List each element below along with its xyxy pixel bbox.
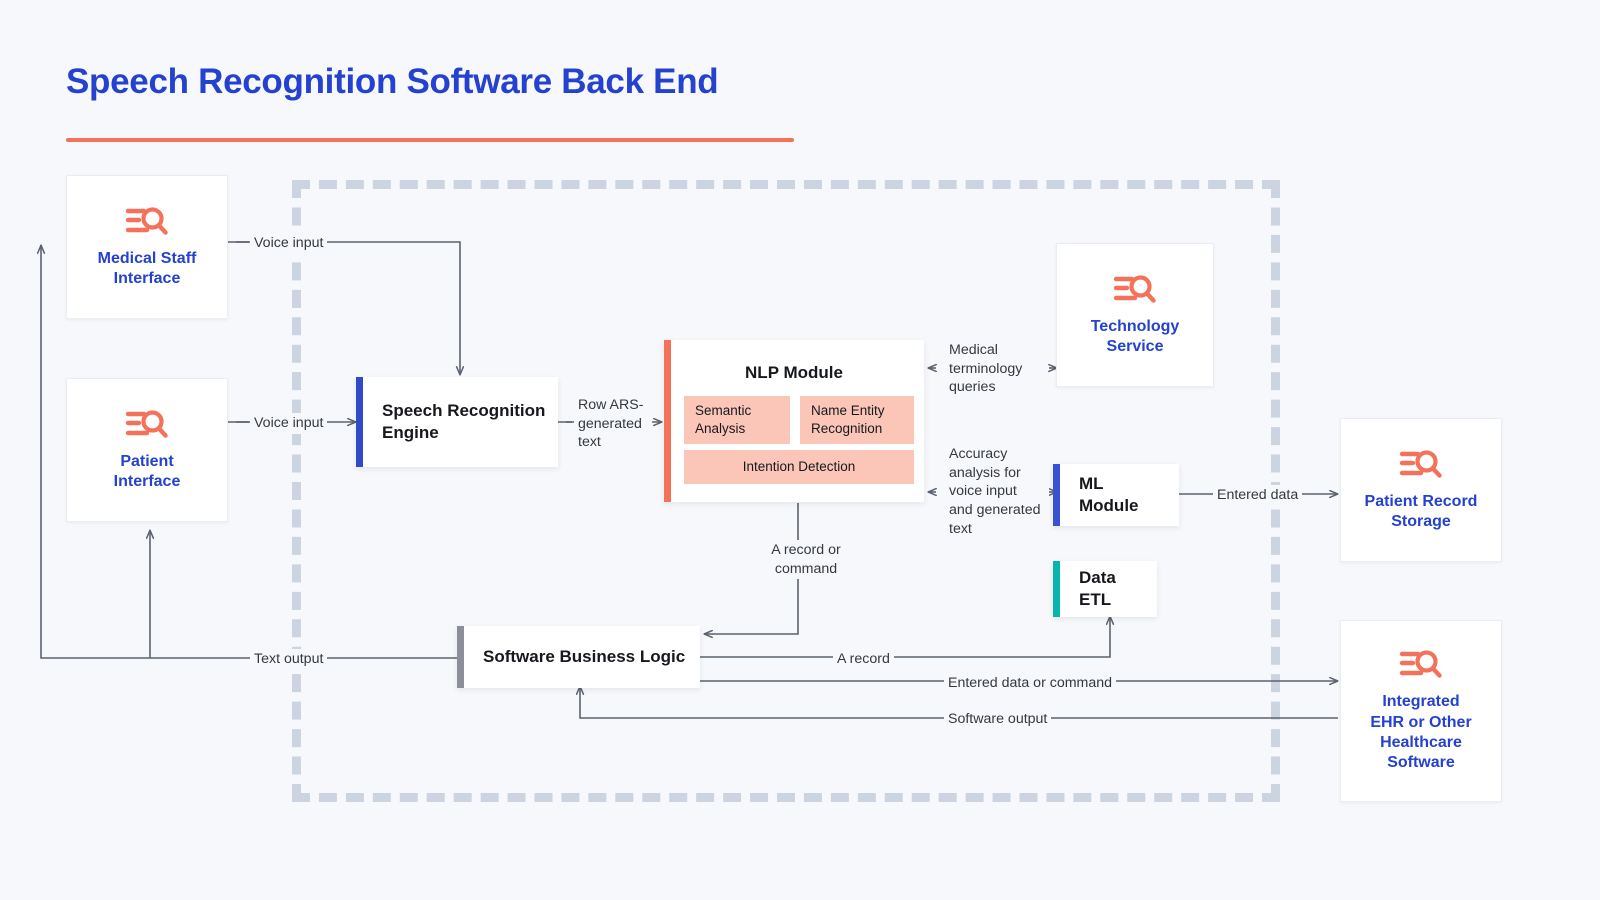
submodule-label: Intention Detection [742, 459, 856, 475]
nlp-submodule-intention-detection[interactable]: Intention Detection [684, 450, 914, 484]
accent-stripe [1053, 561, 1060, 617]
edge-label-medical-terminology-queries: Medical terminology queries [945, 340, 1039, 399]
accent-stripe [1053, 464, 1060, 526]
node-patient-record-storage[interactable]: Patient Record Storage [1340, 418, 1502, 562]
node-patient-interface[interactable]: Patient Interface [66, 378, 228, 522]
submodule-label: Name Entity Recognition [811, 403, 885, 436]
submodule-label: Semantic Analysis [695, 403, 752, 436]
node-label: Technology Service [1090, 317, 1180, 355]
node-speech-recognition-engine[interactable]: Speech Recognition Engine [356, 377, 558, 467]
list-search-icon [1113, 273, 1157, 307]
edge-label-text-output: Text output [250, 649, 328, 670]
nlp-submodule-name-entity-recognition[interactable]: Name Entity Recognition [800, 396, 914, 444]
node-medical-staff-interface[interactable]: Medical Staff Interface [66, 175, 228, 319]
node-label: Medical Staff Interface [97, 249, 197, 287]
node-label: Speech Recognition Engine [382, 401, 546, 442]
edge-label-record-or-command: A record or command [756, 540, 856, 580]
edge-label-entered-data: Entered data [1213, 485, 1303, 506]
node-software-business-logic[interactable]: Software Business Logic [457, 626, 700, 688]
node-label: Patient Interface [113, 452, 181, 490]
node-label: ML Module [1079, 474, 1139, 515]
nlp-module-title: NLP Module [745, 363, 843, 382]
node-label: Integrated EHR or Other Healthcare Softw… [1370, 693, 1472, 772]
edge-label-voice-input-staff: Voice input [250, 233, 328, 254]
node-label: Patient Record Storage [1364, 492, 1478, 530]
node-nlp-module[interactable]: NLP Module Semantic Analysis Name Entity… [664, 340, 924, 502]
node-technology-service[interactable]: Technology Service [1056, 243, 1214, 387]
edge-label-accuracy-analysis: Accuracy analysis for voice input and ge… [945, 444, 1049, 540]
list-search-icon [125, 408, 169, 442]
edge-label-row-ars-generated-text: Row ARS- generated text [574, 395, 652, 454]
list-search-icon [1399, 448, 1443, 482]
node-label: Software Business Logic [483, 647, 686, 667]
node-ml-module[interactable]: ML Module [1053, 464, 1179, 526]
accent-stripe [457, 626, 464, 688]
edge-label-voice-input-patient: Voice input [250, 413, 328, 434]
edge-label-software-output: Software output [944, 709, 1052, 730]
accent-stripe [356, 377, 363, 467]
edge-label-entered-data-or-command: Entered data or command [944, 673, 1117, 694]
node-data-etl[interactable]: Data ETL [1053, 561, 1157, 617]
edge-label-a-record: A record [833, 649, 894, 670]
nlp-submodule-semantic-analysis[interactable]: Semantic Analysis [684, 396, 790, 444]
node-integrated-ehr[interactable]: Integrated EHR or Other Healthcare Softw… [1340, 620, 1502, 802]
node-label: Data ETL [1079, 568, 1116, 609]
list-search-icon [125, 205, 169, 239]
list-search-icon [1399, 648, 1443, 682]
